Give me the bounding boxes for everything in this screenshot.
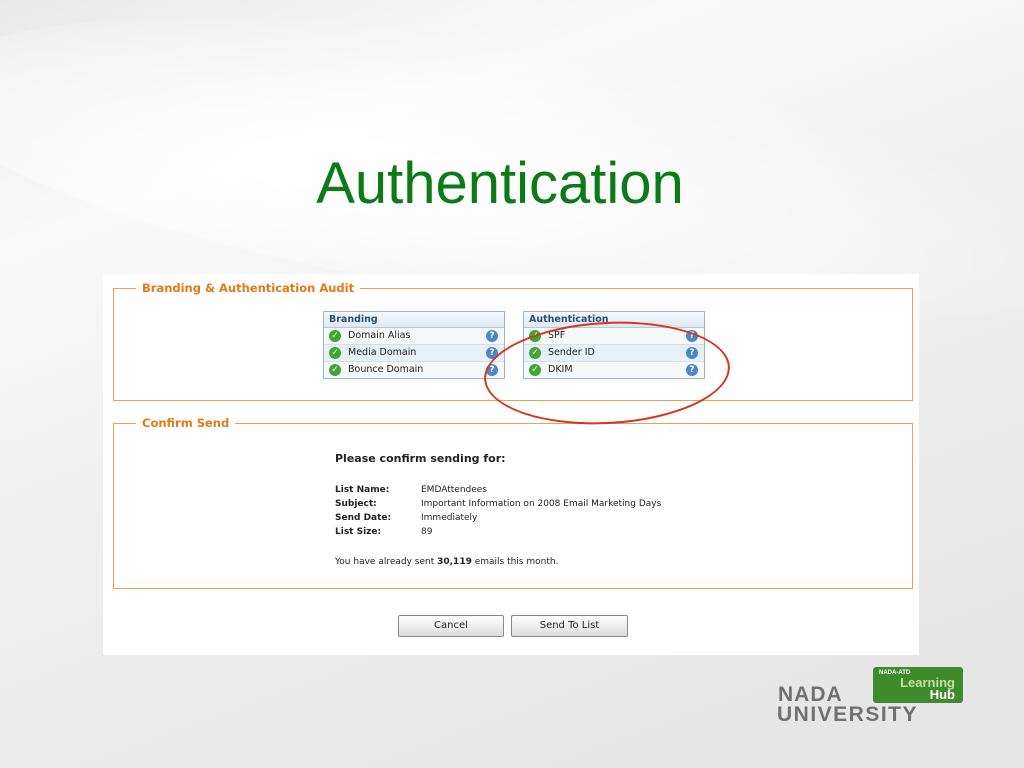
branding-row: ✓ Media Domain ?	[324, 344, 504, 361]
branding-table: Branding ✓ Domain Alias ? ✓ Media Domain…	[323, 311, 505, 379]
field-list-size: List Size: 89	[335, 526, 432, 539]
confirm-heading: Please confirm sending for:	[335, 452, 506, 465]
slide-title: Authentication	[316, 151, 684, 216]
row-label: Bounce Domain	[348, 364, 424, 375]
sent-prefix: You have already sent	[335, 557, 438, 567]
badge-hub-text: Hub	[929, 687, 955, 702]
row-label: Domain Alias	[348, 330, 411, 341]
branding-row: ✓ Bounce Domain ?	[324, 361, 504, 378]
sent-count: 30,119	[437, 557, 472, 567]
field-value: Important Information on 2008 Email Mark…	[421, 499, 662, 509]
field-subject: Subject: Important Information on 2008 Em…	[335, 498, 661, 511]
help-icon[interactable]: ?	[486, 330, 498, 342]
field-label: Send Date:	[335, 513, 392, 523]
field-value: EMDAttendees	[421, 485, 487, 495]
field-value: Immediately	[421, 513, 478, 523]
cancel-button[interactable]: Cancel	[398, 615, 504, 637]
check-icon: ✓	[329, 330, 341, 342]
row-label: Media Domain	[348, 347, 417, 358]
confirm-legend: Confirm Send	[136, 416, 236, 430]
field-list-name: List Name: EMDAttendees	[335, 484, 487, 497]
logo-university: UNIVERSITY	[777, 703, 919, 726]
check-icon: ✓	[329, 347, 341, 359]
check-icon: ✓	[329, 364, 341, 376]
audit-legend: Branding & Authentication Audit	[136, 281, 361, 295]
learning-hub-badge: NADA-ATD Learning Hub	[873, 667, 963, 703]
branding-header: Branding	[324, 312, 504, 328]
branding-row: ✓ Domain Alias ?	[324, 328, 504, 344]
sent-suffix: emails this month.	[471, 557, 559, 567]
sent-note: You have already sent 30,119 emails this…	[335, 557, 558, 567]
screenshot-panel: Branding & Authentication Audit Branding…	[103, 274, 919, 655]
field-send-date: Send Date: Immediately	[335, 512, 477, 525]
send-to-list-button[interactable]: Send To List	[511, 615, 628, 637]
field-label: List Size:	[335, 527, 382, 537]
field-label: Subject:	[335, 499, 377, 509]
confirm-fieldset: Confirm Send Please confirm sending for:…	[113, 416, 913, 589]
field-label: List Name:	[335, 485, 390, 495]
field-value: 89	[421, 527, 433, 537]
